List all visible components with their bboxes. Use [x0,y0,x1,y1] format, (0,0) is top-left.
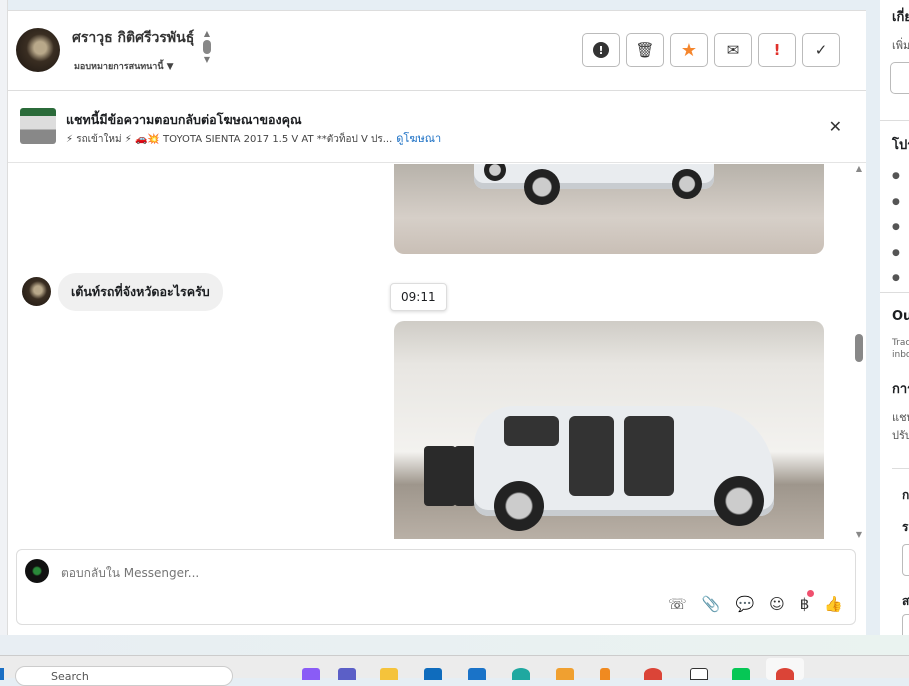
profile-heading: โปรไฟล์ [892,138,909,153]
chrome-active-button[interactable] [766,658,804,680]
call-add-icon[interactable]: ☏ [668,595,687,613]
ad-description: ⚡ รถเข้าใหม่ ⚡ 🚗💥 TOYOTA SIENTA 2017 1.5… [66,134,393,145]
vlc-icon[interactable] [600,668,610,680]
spam-button[interactable]: ! [582,33,620,67]
add-button[interactable] [890,62,909,94]
section-text-1: แชท [892,411,909,424]
view-ad-link[interactable]: ดูโฆษณา [396,132,441,145]
ad-reply-banner: แชทนี้มีข้อความตอบกลับต่อโฆษณาของคุณ ⚡ ร… [8,91,866,163]
caret-down-icon: ▼ [166,62,174,72]
contact-avatar[interactable] [16,28,60,72]
payment-baht-icon[interactable]: ฿ [800,590,815,613]
envelope-open-icon: ✉ [726,41,740,59]
saved-reply-icon[interactable]: 💬 [735,595,754,613]
reply-composer: ☏ 📎 💬 ☺ ฿ 👍 [16,549,856,625]
left-panel-edge [0,0,8,635]
form-heading: ก [902,488,909,502]
alert-octagon-icon: ! [593,42,609,58]
edge-icon[interactable] [512,668,530,680]
messages-scrollbar[interactable]: ▲ ▼ [853,164,865,539]
assign-dropdown[interactable]: มอบหมายการสนทนานี้ ▼ [74,59,174,73]
notification-dot [807,590,815,597]
ad-subtitle: ⚡ รถเข้าใหม่ ⚡ 🚗💥 TOYOTA SIENTA 2017 1.5… [66,129,441,147]
delete-button[interactable]: 🗑 [626,33,664,67]
conversation-header: ศราวุธ กิติศรีวรพันธุ์ มอบหมายการสนทนานี… [8,11,866,91]
about-heading: เกี่ยวกับ [892,10,909,25]
star-button[interactable]: ★ [670,33,708,67]
section-text-2: ปรับ [892,429,909,442]
capcut-icon[interactable] [690,668,708,680]
message-timestamp: 09:11 [390,283,447,311]
conversation-panel: ศราวุธ กิติศรีวรพันธุ์ มอบหมายการสนทนานี… [8,10,866,635]
desktop-background [0,635,909,655]
scrollbar-thumb[interactable] [855,334,863,362]
app-icon[interactable] [556,668,574,680]
assign-label: มอบหมายการสนทนานี้ [74,62,164,72]
trash-icon: 🗑 [635,41,655,59]
outcome-heading: Outcome [892,309,909,324]
paperclip-icon[interactable]: 📎 [702,595,721,613]
check-icon: ✓ [814,41,828,59]
car-photo-2[interactable] [394,321,824,539]
chrome-icon[interactable] [644,668,662,680]
store-icon[interactable] [468,668,486,680]
done-button[interactable]: ✓ [802,33,840,67]
thumbs-up-icon[interactable]: 👍 [824,595,843,613]
emoji-icon[interactable]: ☺ [769,595,785,613]
field-input-1[interactable] [902,544,909,576]
field-label-1: ร [902,520,909,534]
star-icon: ★ [680,39,698,61]
file-explorer-icon[interactable] [380,668,398,680]
ad-thumbnail [20,108,56,144]
field-input-2[interactable] [902,614,909,635]
teams-icon[interactable] [338,668,356,680]
follow-up-button[interactable]: ! [758,33,796,67]
outcome-text-2: inbox [892,350,909,360]
profile-icons: ● ● ● ● ● [892,171,900,283]
section-heading: การ [892,382,909,397]
taskbar-search[interactable]: Search [15,666,233,686]
ad-title: แชทนี้มีข้อความตอบกลับต่อโฆษณาของคุณ [66,112,302,127]
page-avatar [25,559,49,583]
field-label-2: ส [902,594,909,608]
copilot-icon[interactable] [302,668,320,680]
car-photo-1[interactable] [394,164,824,254]
add-label: เพิ่ม [892,39,909,52]
exclamation-icon: ! [773,41,781,59]
mark-unread-button[interactable]: ✉ [714,33,752,67]
incoming-message[interactable]: เต้นท์รถที่จังหวัดอะไรครับ [58,273,223,311]
outcome-text-1: Track [892,338,909,348]
sender-avatar [22,277,51,306]
taskbar-search-label: Search [51,670,89,683]
reply-input[interactable] [61,566,461,580]
details-panel: เกี่ยวกับ เพิ่ม โปรไฟล์ ●●●●● Outcome Tr… [880,0,909,635]
outlook-icon[interactable] [424,668,442,680]
taskbar: Search [0,655,909,686]
start-icon[interactable] [0,668,4,680]
close-icon[interactable]: ✕ [829,117,842,136]
line-icon[interactable] [732,668,750,680]
contact-name[interactable]: ศราวุธ กิติศรีวรพันธุ์ [72,27,194,49]
header-scrollbar[interactable]: ▲ ▼ [202,29,212,65]
chrome-icon [776,668,794,680]
